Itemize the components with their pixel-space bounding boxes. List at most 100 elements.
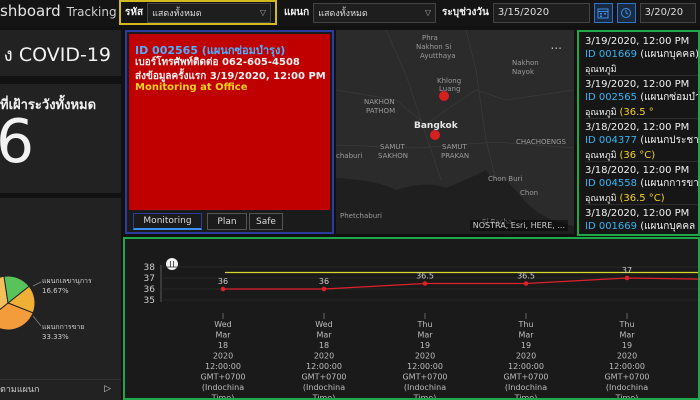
feed-sub: อุณหภูมิ [585,62,698,76]
x-tick-label: 12:00:00 [508,362,544,371]
feed-item[interactable]: 3/19/2020, 12:00 PM ID 001669 (แผนกบุคคล… [585,36,700,76]
tab-plan[interactable]: Plan [207,213,247,230]
profile-status: Monitoring at Office [135,82,248,93]
role-filter: รหัส แสดงทั้งหมด ▽ [119,0,277,25]
feed-sub: อุณหภูมิ (36 °C) [585,148,698,162]
data-point[interactable] [220,286,226,292]
map-label: Nakhon Si [416,43,452,51]
x-tick-label: Mar [619,331,635,340]
chevron-down-icon: ▽ [424,8,431,17]
data-point[interactable] [422,281,428,286]
feed-id: ID 001669 (แผนกบุคคล [585,219,698,234]
x-tick-label: 2020 [415,352,435,361]
feed-id-text: ID 004558 [585,178,638,189]
pie-legend-percent: 33.33% [42,333,69,341]
time-button[interactable] [616,2,636,23]
map-marker[interactable] [430,130,440,140]
map-label: CHACHOENGS [516,138,567,146]
feed-temp: (36 °C) [619,150,656,161]
map-label: Nayok [512,68,535,76]
range-slider-handle[interactable] [166,258,178,270]
feed-item[interactable]: 3/18/2020, 12:00 PM ID 004558 (แผนกการขา… [585,165,700,205]
profile-card: ID 002565 (แผนกซ่อมบำรุง) เบอร์โทรศัพท์ต… [125,30,334,234]
x-tick-label: 12:00:00 [205,362,241,371]
activity-feed: 3/19/2020, 12:00 PM ID 001669 (แผนกบุคคล… [577,30,700,236]
watch-count-panel: ที่เฝ้าระวังทั้งหมด 6 [0,84,121,193]
x-tick-label: 12:00:00 [407,362,443,371]
date-start-input[interactable]: 3/15/2020 [492,2,591,23]
x-tick-label: Time) [413,394,437,399]
data-label: 36 [319,277,329,286]
feed-dept: (แผนกประชาสั [640,135,700,146]
map-panel[interactable]: Phra Nakhon Si Ayutthaya Nakhon Nayok Kh… [336,30,574,234]
clock-icon [621,7,632,18]
y-tick-label: 36 [144,285,156,295]
feed-dept: (แผนกบุคคล) [640,49,700,60]
x-tick-label: Mar [215,331,231,340]
date-range-label: ระบุช่วงวัน [442,7,489,18]
x-tick-label: GMT+0700 [200,373,245,382]
x-tick-label: Time) [514,394,538,399]
date-range-filter: ระบุช่วงวัน 3/15/2020 3/20/20 [438,0,700,25]
covid-title-panel: ง COVID-19 [0,30,121,76]
covid-title: ง COVID-19 [3,44,111,66]
map-label: SAMUT [442,143,467,151]
pie-legend-1: แผนกเลขานุการ 16.67% [42,276,92,295]
x-tick-label: 2020 [213,352,233,361]
map-label: chaburi [336,152,363,160]
pie-footer[interactable]: ตามแผนก ▷ [0,379,121,398]
watch-count-value: 6 [0,107,35,177]
x-tick-label: Mar [316,331,332,340]
chevron-down-icon: ▽ [259,8,266,17]
map-attribution[interactable]: NOSTRA, Esri, HERE, ... [469,220,568,231]
temperature-chart: 3837363536WedMar18202012:00:00GMT+0700(I… [144,258,698,399]
feed-dept: (แผนกการขาย [640,178,700,189]
calendar-button[interactable] [594,2,613,23]
dept-filter-value: แสดงทั้งหมด [318,8,368,19]
x-tick-label: 18 [218,341,228,350]
pie-leader-line [32,281,42,287]
map-menu-icon[interactable]: ... [551,38,562,52]
x-tick-label: (Indochina [404,383,446,392]
x-tick-label: Mar [518,331,534,340]
feed-date: 3/18/2020, 12:00 PM [585,208,690,219]
feed-date: 3/18/2020, 12:00 PM [585,165,690,176]
map-label: Chon Buri [488,175,523,183]
role-filter-select[interactable]: แสดงทั้งหมด ▽ [147,2,271,23]
tab-monitoring[interactable]: Monitoring [133,213,202,230]
data-label: 36.5 [517,272,535,281]
feed-temp: (36.5 ° [619,107,654,118]
feed-sub: อุณหภูมิ (36.5 °C) [585,191,698,205]
feed-item[interactable]: 3/18/2020, 12:00 PM ID 004377 (แผนกประชา… [585,122,700,162]
x-tick-label: Wed [315,320,332,329]
feed-item[interactable]: 3/18/2020, 12:00 PM ID 001669 (แผนกบุคคล [585,208,698,234]
app-title: shboard Tracking [0,2,117,20]
map-label: PRAKAN [441,152,470,160]
feed-sub-text: อุณหภูมิ [585,108,617,118]
data-point[interactable] [321,286,327,292]
profile-phone: เบอร์โทรศัพท์ติดต่อ 062-605-4508 [135,57,300,68]
feed-id: ID 002565 (แผนกซ่อมบำรุ [585,90,698,105]
map-label: Nakhon [512,59,539,67]
data-point[interactable] [624,275,630,281]
feed-sub-text: อุณหภูมิ [585,151,617,161]
pie-legend-2: แผนกการขาย 33.33% [42,322,84,341]
map-label: SAMUT [380,143,405,151]
data-point[interactable] [523,281,529,286]
x-tick-label: Time) [615,394,639,399]
x-tick-label: 18 [319,341,329,350]
x-tick-label: 12:00:00 [609,362,645,371]
date-end-input[interactable]: 3/20/20 [639,2,696,23]
x-tick-label: 2020 [617,352,637,361]
feed-sub: อุณหภูมิ (36.5 ° [585,105,698,119]
tab-safe[interactable]: Safe [249,213,283,230]
feed-item[interactable]: 3/19/2020, 12:00 PM ID 002565 (แผนกซ่อมบ… [585,79,698,119]
x-tick-label: Thu [618,320,634,329]
dept-filter-select[interactable]: แสดงทั้งหมด ▽ [313,2,436,23]
dept-filter: แผนก แสดงทั้งหมด ▽ [280,0,440,25]
map-label: Ayutthaya [420,52,456,60]
next-arrow-icon[interactable]: ▷ [104,384,111,394]
pie-legend-percent: 16.67% [42,287,69,295]
y-tick-label: 38 [144,263,156,273]
feed-id: ID 004558 (แผนกการขาย [585,176,700,191]
